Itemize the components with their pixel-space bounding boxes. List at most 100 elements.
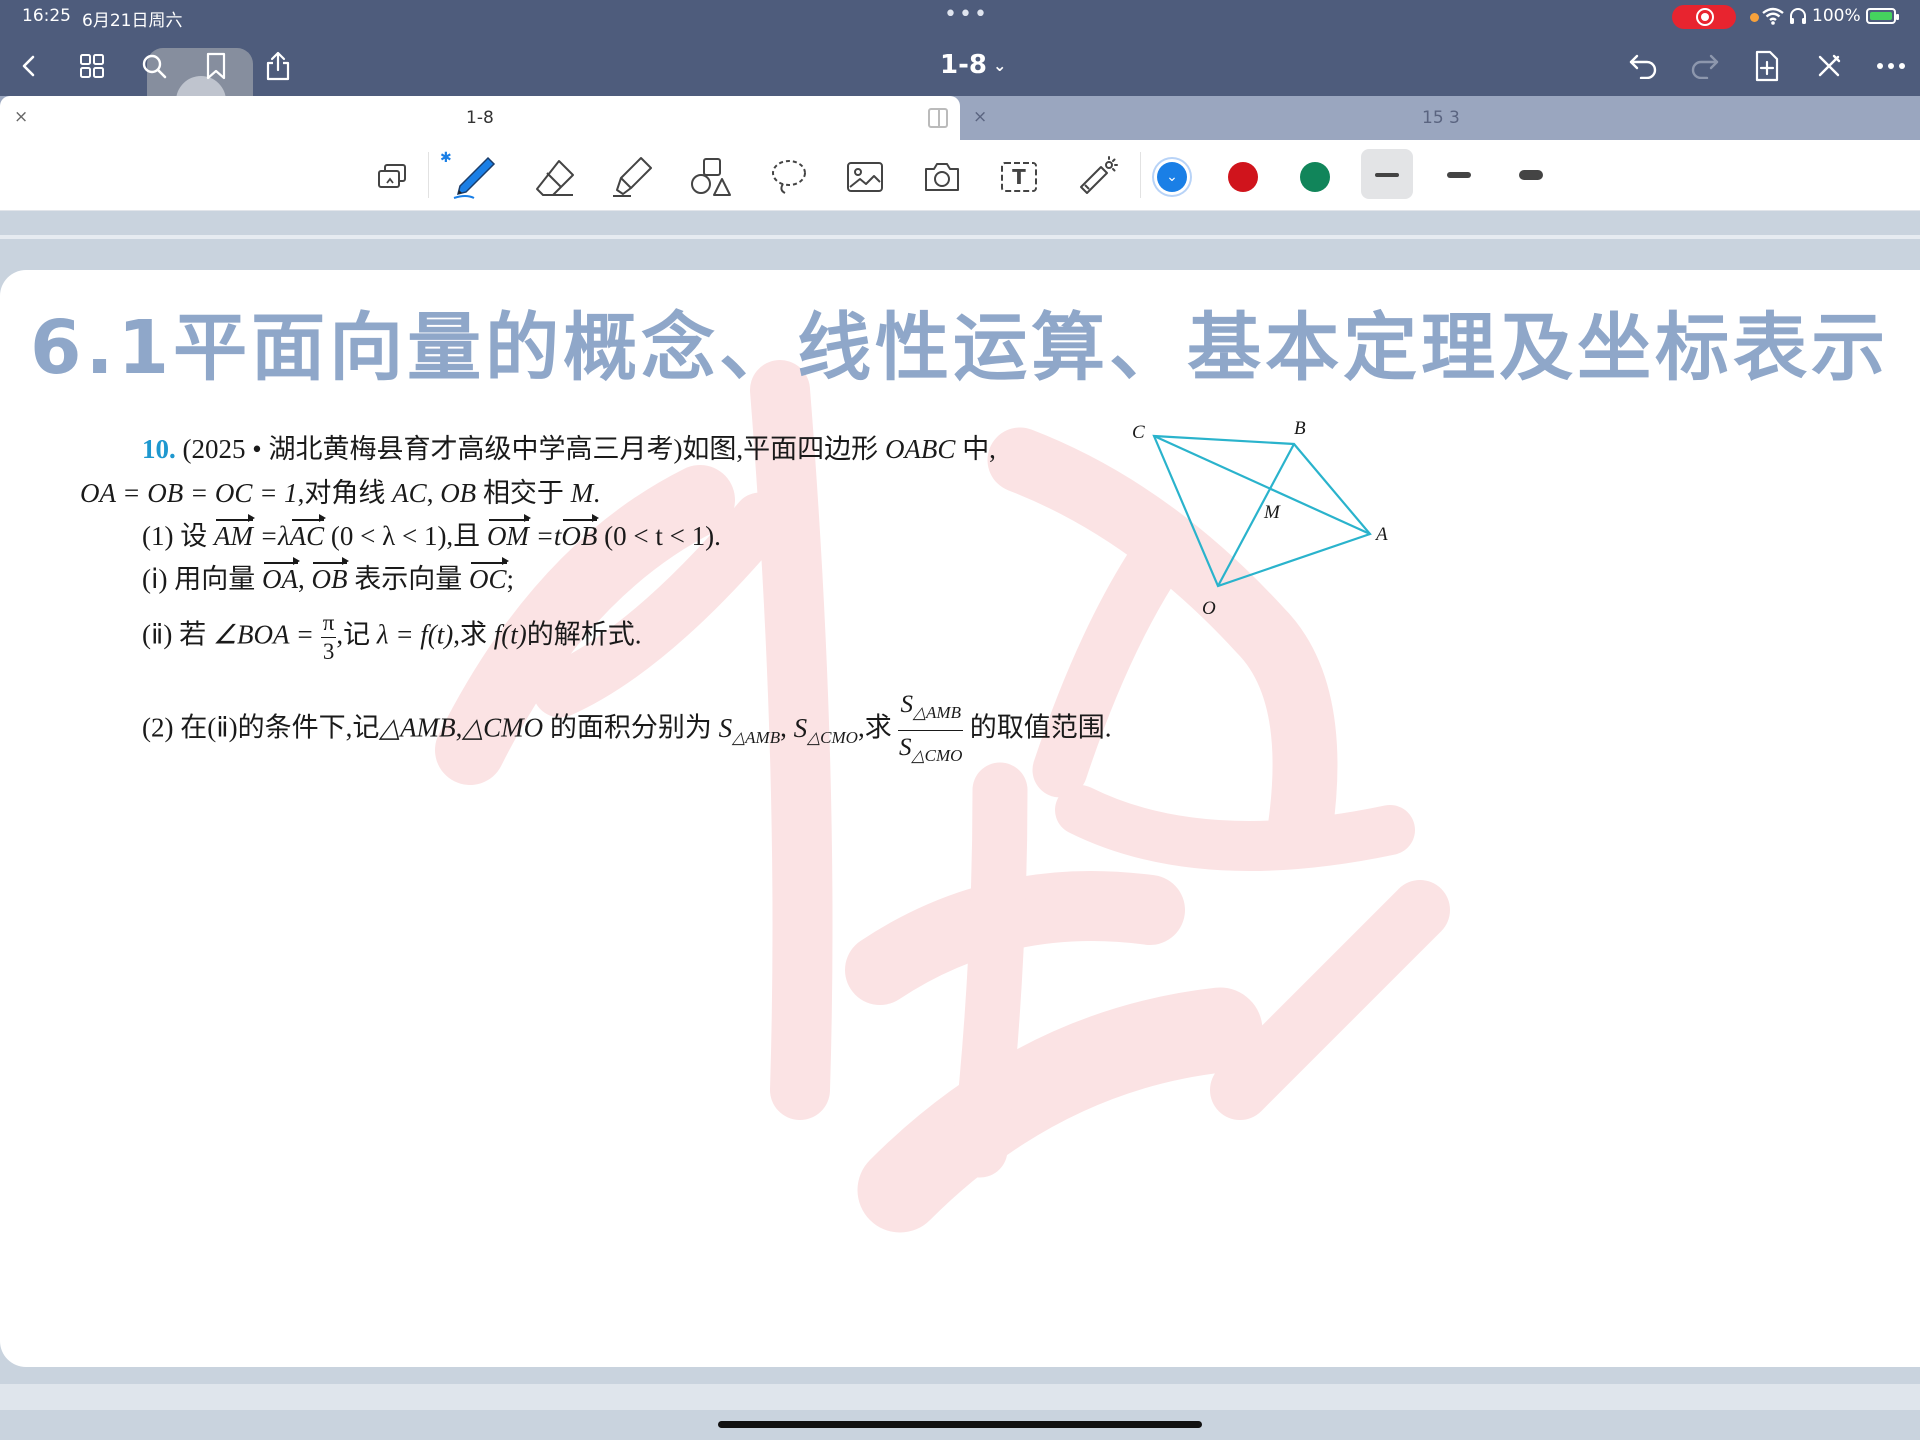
status-date: 6月21日周六 [82,11,183,31]
part1i-end: ; [506,564,515,594]
color-swatch-blue[interactable]: ⌄ [1157,162,1187,192]
quadrilateral-figure: C B M A O [1132,418,1388,619]
text-box-icon[interactable]: T [994,152,1044,202]
lasso-select-icon[interactable] [368,152,418,202]
highlighter-icon[interactable] [608,152,658,202]
back-icon[interactable] [10,46,50,86]
toolbar-divider [1140,152,1141,198]
vector-oc: OC [468,557,508,594]
eraser-icon[interactable] [530,152,580,202]
battery-percent: 100% [1812,6,1861,26]
laser-pointer-icon[interactable] [1072,152,1122,202]
frac-num: π [320,609,337,638]
part1-eq2: =t [535,521,562,551]
part-2: (2) 在(ⅱ)的条件下,记△AMB,△CMO 的面积分别为 S△AMB, S△… [142,688,1111,773]
area-s-cmo-sub: △CMO [807,727,858,747]
ratio-den-sub: △CMO [911,746,963,765]
tab-active[interactable]: × 1-8 [0,96,960,140]
tab-bar: × 1-8 × 15 3 [0,96,1920,140]
section-heading: 6.1平面向量的概念、线性运算、基本定理及坐标表示 [30,305,1890,391]
document-page[interactable]: 6.1平面向量的概念、线性运算、基本定理及坐标表示 10. (2025 • 湖北… [0,270,1920,1367]
lasso-icon[interactable] [764,152,814,202]
label-a: A [1374,524,1388,545]
vector-oa: OA [261,557,300,594]
home-indicator[interactable] [718,1421,1202,1428]
question-source: (2025 • 湖北黄梅县育才高级中学高三月考)如图,平面四边形 [182,434,879,464]
lambda-eq: λ = f(t) [376,619,454,650]
quad-edges [1152,434,1372,588]
multitask-dots-icon[interactable]: ••• [944,2,989,27]
color-swatch-red[interactable] [1228,162,1258,192]
color-swatch-green[interactable] [1300,162,1330,192]
label-c: C [1132,422,1145,443]
triangle-cmo: △CMO [462,712,544,743]
vector-ob: OB [311,557,350,594]
area-s-cmo: S△CMO [793,712,858,747]
stroke-width-medium[interactable] [1447,172,1471,178]
status-time: 16:25 [22,6,71,26]
diag-ac: AC [392,478,427,508]
stroke-width-thin[interactable] [1375,173,1399,177]
pen-icon[interactable] [450,152,500,202]
vector-ac: AC [289,514,326,551]
equal-lengths: OA = OB = OC = 1 [80,478,298,508]
headphones-icon [1790,8,1806,24]
part-1-i: (ⅰ) 用向量 OA, OB 表示向量 OC; [142,557,514,596]
area-ratio-fraction: S△AMB S△CMO [898,688,963,773]
ratio-numerator: S△AMB [898,688,963,731]
part1-cond2: (0 < t < 1). [604,521,721,551]
part1ii-lead: (ⅱ) 若 [142,619,207,650]
question-source-tail: 中, [962,434,996,464]
label-b: B [1294,418,1306,439]
part2-mid: 的面积分别为 [549,712,712,743]
tab-close-icon[interactable]: × [973,107,987,127]
question-line-2: OA = OB = OC = 1,对角线 AC, OB 相交于 M. [80,471,600,510]
canvas-separator [0,235,1920,239]
ratio-num-sub: △AMB [912,703,961,722]
status-bar: 16:25 6月21日周六 ••• 100% [0,0,1920,34]
area-s-letter: S [793,712,808,743]
document-nav-bar: 1-8 ⌄ [0,34,1920,154]
part1i-mid: 表示向量 [354,564,463,594]
camera-icon[interactable] [917,152,967,202]
grid-icon[interactable] [72,46,112,86]
question-line-1: 10. (2025 • 湖北黄梅县育才高级中学高三月考)如图,平面四边形 OAB… [142,427,996,466]
screen-recording-indicator[interactable] [1672,5,1736,29]
part2-end: 的取值范围. [969,712,1112,743]
add-page-icon[interactable] [1747,46,1787,86]
diag-ob: OB [440,478,477,508]
part2-sep2: , [780,712,787,743]
part1ii-end: 的解析式. [526,619,642,650]
document-title[interactable]: 1-8 ⌄ [940,50,1006,80]
battery-icon [1866,8,1899,24]
tab-label[interactable]: 15 3 [1422,108,1460,128]
part2-mid2: ,求 [857,712,892,743]
canvas-top-gutter [0,211,1920,235]
part1-eq1: =λ [259,521,290,551]
area-s-amb-sub: △AMB [732,727,781,747]
angle-boa: ∠BOA = [212,619,315,650]
diag-sep: , [426,478,434,508]
more-icon[interactable] [1871,46,1911,86]
search-icon[interactable] [134,46,174,86]
diag-meet: 相交于 [482,478,564,508]
bookmark-icon[interactable] [196,46,236,86]
selected-check-icon: ⌄ [1166,169,1178,185]
image-icon[interactable] [840,152,890,202]
line2-end: . [593,478,600,508]
stroke-width-thick[interactable] [1519,170,1543,180]
toolbar-divider [428,152,429,198]
next-page-edge [0,1384,1920,1410]
shapes-icon[interactable] [686,152,736,202]
share-icon[interactable] [258,46,298,86]
vector-ob: OB [561,514,600,551]
close-editing-icon[interactable] [1809,46,1849,86]
part1-lead: (1) 设 [142,521,208,551]
undo-icon[interactable] [1623,46,1663,86]
part-1-ii: (ⅱ) 若 ∠BOA = π 3 ,记 λ = f(t),求 f(t)的解析式. [142,609,642,666]
redo-icon[interactable] [1685,46,1725,86]
part1ii-mid2: ,求 [453,619,488,650]
triangle-amb: △AMB [379,712,456,743]
split-view-icon[interactable] [928,108,948,128]
tab-close-icon[interactable]: × [14,107,28,127]
